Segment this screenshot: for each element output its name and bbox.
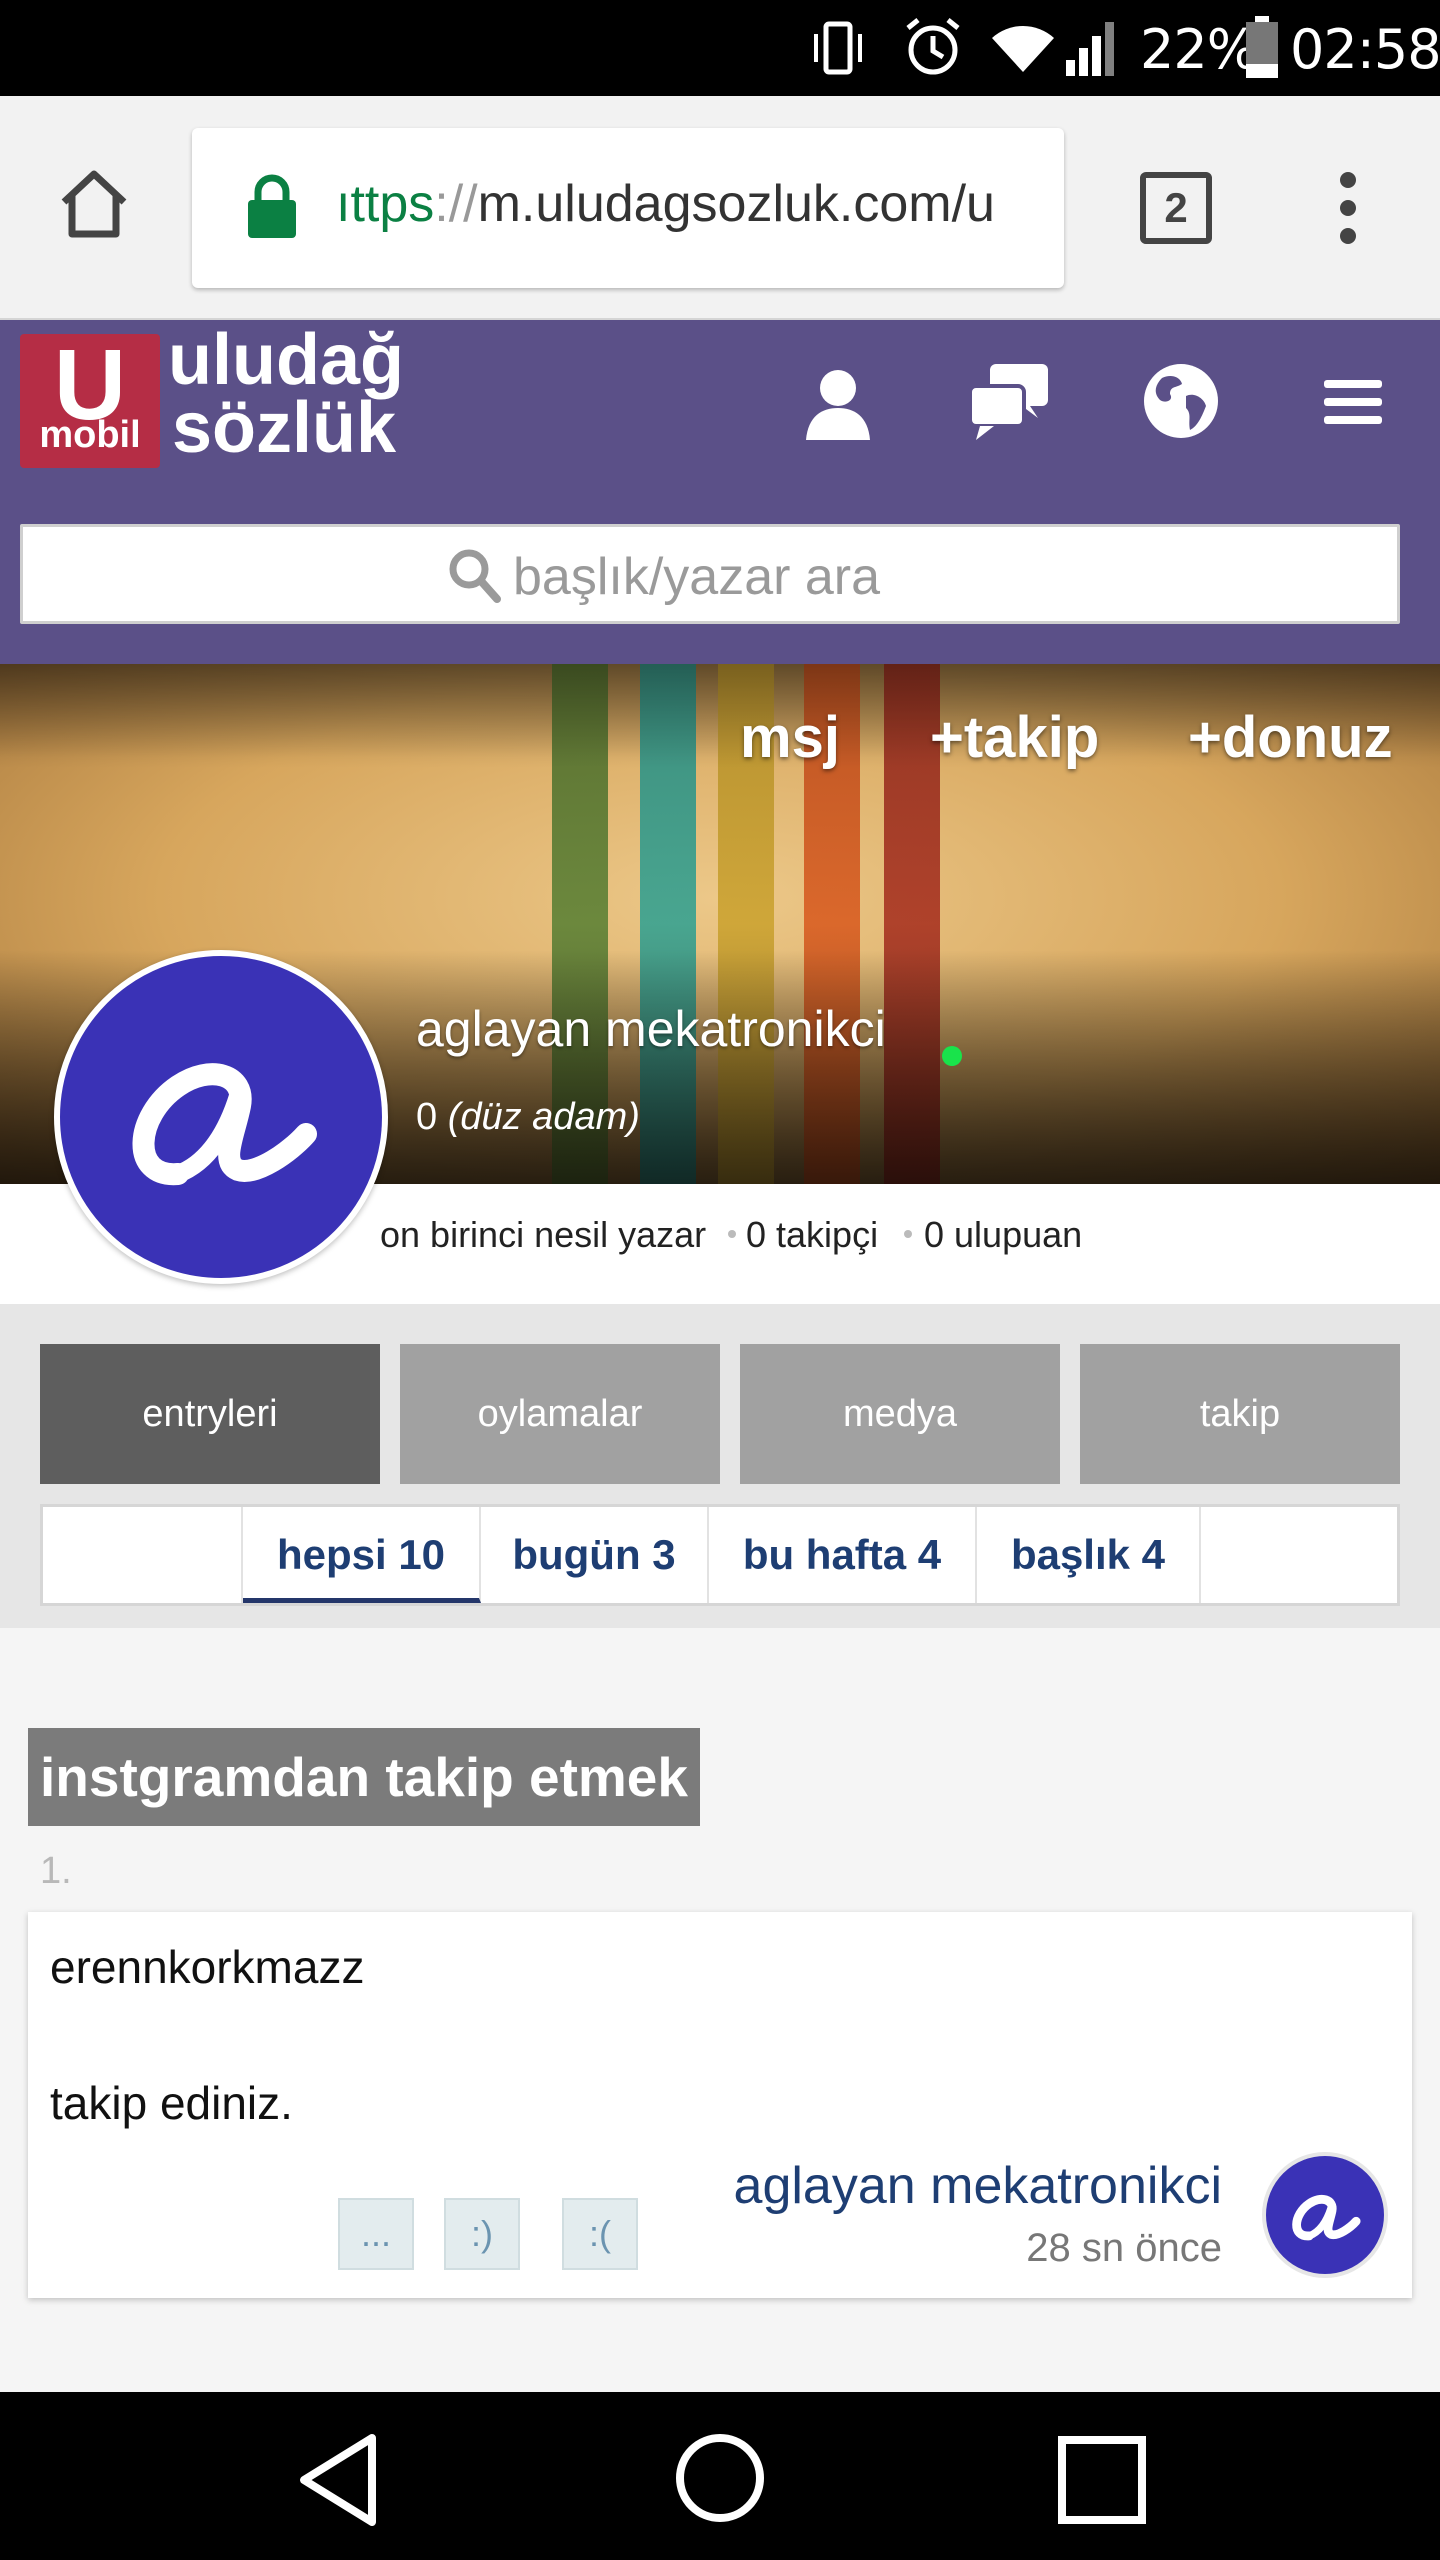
battery-percent: 22% bbox=[1140, 18, 1258, 81]
more-options-icon[interactable] bbox=[1320, 168, 1376, 248]
status-bar: 22% 02:58 bbox=[0, 0, 1440, 96]
search-icon bbox=[449, 549, 501, 603]
rank-title: (düz adam) bbox=[447, 1096, 640, 1138]
profile-username: aglayan mekatronikci bbox=[416, 1001, 886, 1057]
logo-badge-text: mobil bbox=[39, 414, 141, 456]
avatar-letter-icon bbox=[1292, 2194, 1361, 2241]
filter-bugun[interactable]: bugün 3 bbox=[481, 1507, 709, 1603]
donuz-link[interactable]: +donuz bbox=[1188, 704, 1393, 771]
tab-count: 2 bbox=[1164, 184, 1188, 231]
tab-oylamalar[interactable]: oylamalar bbox=[400, 1344, 720, 1484]
messages-icon[interactable] bbox=[966, 360, 1052, 446]
filter-hepsi[interactable]: hepsi 10 bbox=[243, 1507, 481, 1603]
entry-text-line: takip ediniz. bbox=[50, 2077, 293, 2129]
downvote-button[interactable]: :( bbox=[562, 2198, 638, 2270]
avatar-letter-icon bbox=[132, 1063, 317, 1186]
menu-icon[interactable] bbox=[1324, 378, 1382, 426]
follow-link[interactable]: +takip bbox=[930, 704, 1099, 771]
entry-text-line: erennkorkmazz bbox=[50, 1941, 365, 1993]
url-bar[interactable]: ıttps://m.uludagsozluk.com/u bbox=[192, 128, 1064, 288]
logo-title-2: sözlük bbox=[172, 388, 397, 468]
home-icon[interactable] bbox=[56, 166, 132, 242]
vibrate-icon bbox=[814, 21, 862, 75]
filter-baslik[interactable]: başlık 4 bbox=[977, 1507, 1201, 1603]
author-avatar[interactable] bbox=[1262, 2152, 1388, 2278]
user-icon[interactable] bbox=[798, 364, 878, 444]
separator-dot bbox=[728, 1230, 736, 1238]
profile-avatar[interactable] bbox=[54, 950, 388, 1284]
logo-title-1: uludağ bbox=[168, 320, 404, 400]
tab-medya[interactable]: medya bbox=[740, 1344, 1060, 1484]
system-nav-bar bbox=[0, 2392, 1440, 2560]
online-indicator bbox=[942, 1046, 962, 1066]
logo-badge[interactable]: U mobil bbox=[20, 329, 160, 468]
tab-entryleri[interactable]: entryleri bbox=[40, 1344, 380, 1484]
search-placeholder: başlık/yazar ara bbox=[513, 548, 881, 606]
filter-bu-hafta[interactable]: bu hafta 4 bbox=[709, 1507, 977, 1603]
browser-toolbar: ıttps://m.uludagsozluk.com/u 2 bbox=[0, 96, 1440, 320]
back-icon[interactable] bbox=[296, 2432, 380, 2528]
entry-card: erennkorkmazz takip ediniz. ... :) :( ag… bbox=[28, 1912, 1412, 2298]
recents-icon[interactable] bbox=[1058, 2436, 1146, 2524]
home-circle-icon[interactable] bbox=[674, 2432, 766, 2524]
tab-switcher-button[interactable]: 2 bbox=[1140, 172, 1212, 244]
more-vote-button[interactable]: ... bbox=[338, 2198, 414, 2270]
alarm-icon bbox=[906, 18, 960, 75]
ulupuan-count: 0 ulupuan bbox=[924, 1214, 1083, 1255]
site-header: U mobil uludağ sözlük başlık/yazar ara bbox=[0, 320, 1440, 664]
message-link[interactable]: msj bbox=[740, 704, 840, 771]
entry-filter-bar: hepsi 10 bugün 3 bu hafta 4 başlık 4 bbox=[40, 1504, 1400, 1606]
profile-rank: 0 (düz adam) bbox=[416, 1096, 640, 1139]
rank-points: 0 bbox=[416, 1096, 438, 1138]
search-input[interactable]: başlık/yazar ara bbox=[20, 524, 1400, 624]
lock-icon bbox=[248, 174, 296, 238]
generation-label: on birinci nesil yazar bbox=[380, 1214, 707, 1255]
tab-takip[interactable]: takip bbox=[1080, 1344, 1400, 1484]
topic-title[interactable]: instgramdan takip etmek bbox=[28, 1728, 700, 1826]
battery-icon bbox=[1246, 16, 1278, 78]
entry-time[interactable]: 28 sn önce bbox=[1026, 2226, 1222, 2271]
url-text: ıttps://m.uludagsozluk.com/u bbox=[336, 175, 995, 233]
globe-icon[interactable] bbox=[1140, 360, 1222, 442]
separator-dot bbox=[904, 1230, 912, 1238]
wifi-icon bbox=[992, 25, 1054, 72]
clock: 02:58 bbox=[1290, 18, 1440, 81]
signal-icon bbox=[1066, 22, 1114, 76]
filter-spacer bbox=[43, 1507, 243, 1603]
followers-count[interactable]: 0 takipçi bbox=[746, 1214, 878, 1256]
entry-author[interactable]: aglayan mekatronikci bbox=[734, 2156, 1222, 2216]
entry-number: 1. bbox=[40, 1850, 72, 1892]
profile-tabs-area: entryleri oylamalar medya takip hepsi 10… bbox=[0, 1304, 1440, 1628]
upvote-button[interactable]: :) bbox=[444, 2198, 520, 2270]
